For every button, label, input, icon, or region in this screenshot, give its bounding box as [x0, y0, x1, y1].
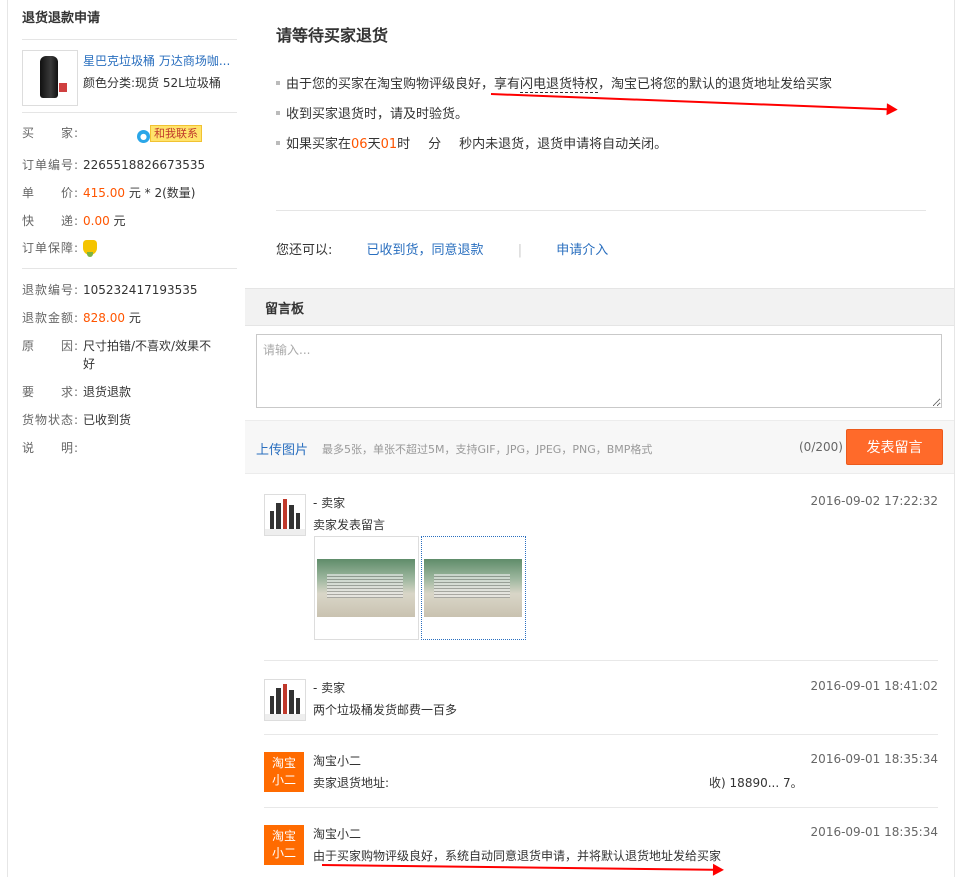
request-value: 退货退款 — [83, 385, 132, 399]
shipping-value: 0.00 — [83, 214, 110, 228]
status-text: 由于您的买家在淘宝购物评级良好，享有 — [286, 77, 521, 92]
attachment-thumbnail[interactable] — [314, 536, 419, 640]
divider — [264, 807, 938, 808]
shipping-label: 快 递: — [22, 214, 78, 228]
countdown-unit: 秒 — [459, 137, 473, 152]
countdown-hours: 01 — [380, 137, 398, 152]
request-label: 要 求: — [22, 385, 78, 399]
divider — [276, 210, 926, 211]
order-number-label: 订单编号: — [22, 158, 78, 172]
sidebar-title: 退货退款申请 — [22, 11, 101, 26]
annotation-arrow — [490, 93, 896, 111]
actions-label: 您还可以: — [276, 243, 333, 258]
message-time: 2016-09-01 18:41:02 — [810, 679, 938, 693]
flash-return-privilege[interactable]: 闪电退货特权 — [520, 77, 599, 93]
message-time: 2016-09-02 17:22:32 — [810, 494, 938, 508]
refund-amount-suffix: 元 — [125, 311, 141, 325]
unit-price-value: 415.00 — [83, 186, 125, 200]
status-text: ，淘宝已将您的默认的退货地址发给买家 — [598, 77, 833, 92]
shipping-suffix: 元 — [109, 214, 126, 228]
divider — [22, 39, 237, 40]
apply-intervention-link[interactable]: 申请介入 — [556, 243, 608, 258]
trash-bin-image — [40, 56, 58, 98]
refund-amount-value: 828.00 — [83, 311, 125, 325]
divider — [22, 268, 237, 269]
store-avatar — [264, 494, 306, 536]
product-thumbnail[interactable] — [22, 50, 78, 106]
divider — [264, 734, 938, 735]
status-title: 请等待买家退货 — [276, 26, 389, 45]
message-item: 淘宝 小二 淘宝小二 2016-09-01 18:35:34 卖家退货地址: 收) … — [264, 752, 938, 797]
product-title-link[interactable]: 星巴克垃圾桶 万达商场咖... — [83, 52, 233, 69]
status-text: 如果买家在 — [286, 137, 352, 152]
message-item: 淘宝 小二 淘宝小二 2016-09-01 18:35:34 由于买家购物评级良好… — [264, 825, 938, 870]
divider — [264, 660, 938, 661]
chat-icon[interactable]: ● — [137, 130, 150, 143]
upload-image-link[interactable]: 上传图片 — [256, 439, 308, 458]
refund-sidebar: 退货退款申请 星巴克垃圾桶 万达商场咖... 颜色分类:现货 52L垃圾桶 买 … — [7, 0, 246, 877]
message-item: - 卖家 2016-09-01 18:41:02 两个垃圾桶发货邮费一百多 — [264, 679, 938, 724]
reason-value: 尺寸拍错/不喜欢/效果不好 — [83, 339, 212, 371]
unit-price-suffix: 元 * 2(数量) — [125, 186, 196, 200]
contact-me-button[interactable]: 和我联系 — [150, 125, 202, 142]
status-line-privilege: 由于您的买家在淘宝购物评级良好，享有闪电退货特权，淘宝已将您的默认的退货地址发给… — [276, 73, 833, 93]
message-board-header: 留言板 — [245, 288, 954, 326]
reason-label: 原 因: — [22, 339, 78, 353]
message-time: 2016-09-01 18:35:34 — [810, 825, 938, 839]
upload-bar: 上传图片 最多5张，单张不超过5M，支持GIF，JPG，JPEG，PNG，BMP… — [245, 420, 954, 474]
post-message-button[interactable]: 发表留言 — [846, 429, 943, 465]
message-item: - 卖家 2016-09-02 17:22:32 卖家发表留言 — [264, 494, 938, 654]
message-input[interactable] — [256, 334, 942, 408]
message-text: 卖家退货地址: — [313, 776, 390, 790]
message-author: - 卖家 — [313, 496, 346, 510]
status-text: 内未退货，退货申请将自动关闭。 — [472, 137, 668, 152]
char-counter: (0/200) — [799, 440, 843, 454]
status-text: 收到买家退货时，请及时验货。 — [286, 107, 469, 122]
countdown-unit: 时 — [397, 137, 411, 152]
taobao-xiaoer-avatar: 淘宝 小二 — [264, 825, 304, 865]
upload-hint: 最多5张，单张不超过5M，支持GIF，JPG，JPEG，PNG，BMP格式 — [322, 443, 653, 456]
message-text: 两个垃圾桶发货邮费一百多 — [313, 703, 458, 717]
confirm-received-refund-link[interactable]: 已收到货，同意退款 — [367, 243, 484, 258]
goods-status-label: 货物状态: — [22, 413, 78, 427]
countdown-unit: 分 — [428, 137, 442, 152]
store-avatar — [264, 679, 306, 721]
actions-row: 您还可以: 已收到货，同意退款 | 申请介入 — [276, 243, 609, 258]
refund-number: 105232417193535 — [83, 283, 198, 297]
guarantee-shield-icon[interactable] — [83, 240, 97, 257]
order-number-link[interactable]: 2265518826673535 — [83, 156, 205, 174]
status-line-countdown: 如果买家在06天01时 分 秒内未退货，退货申请将自动关闭。 — [276, 133, 667, 152]
goods-status-value: 已收到货 — [83, 413, 132, 427]
countdown-unit: 天 — [367, 137, 381, 152]
message-board-title: 留言板 — [265, 302, 305, 317]
message-text: 卖家发表留言 — [313, 518, 386, 532]
unit-price-label: 单 价: — [22, 186, 78, 200]
countdown-days: 06 — [351, 137, 368, 152]
note-label: 说 明: — [22, 441, 78, 455]
refund-number-label: 退款编号: — [22, 283, 78, 297]
main-panel: 请等待买家退货 由于您的买家在淘宝购物评级良好，享有闪电退货特权，淘宝已将您的默… — [245, 0, 955, 877]
divider — [22, 112, 237, 113]
message-text: 由于买家购物评级良好，系统自动同意退货申请，并将默认退货地址发给买家 — [313, 849, 722, 863]
refund-amount-label: 退款金额: — [22, 311, 78, 325]
message-author: - 卖家 — [313, 681, 346, 695]
attachment-thumbnail[interactable] — [421, 536, 526, 640]
message-author: 淘宝小二 — [313, 827, 362, 841]
product-spec: 颜色分类:现货 52L垃圾桶 — [83, 76, 221, 90]
buyer-label: 买 家: — [22, 126, 78, 140]
status-line-inspect: 收到买家退货时，请及时验货。 — [276, 103, 468, 122]
message-author: 淘宝小二 — [313, 754, 362, 768]
message-text-tail: 收) 18890... 7。 — [709, 776, 803, 790]
message-time: 2016-09-01 18:35:34 — [810, 752, 938, 766]
guarantee-label: 订单保障: — [22, 241, 78, 255]
taobao-xiaoer-avatar: 淘宝 小二 — [264, 752, 304, 792]
